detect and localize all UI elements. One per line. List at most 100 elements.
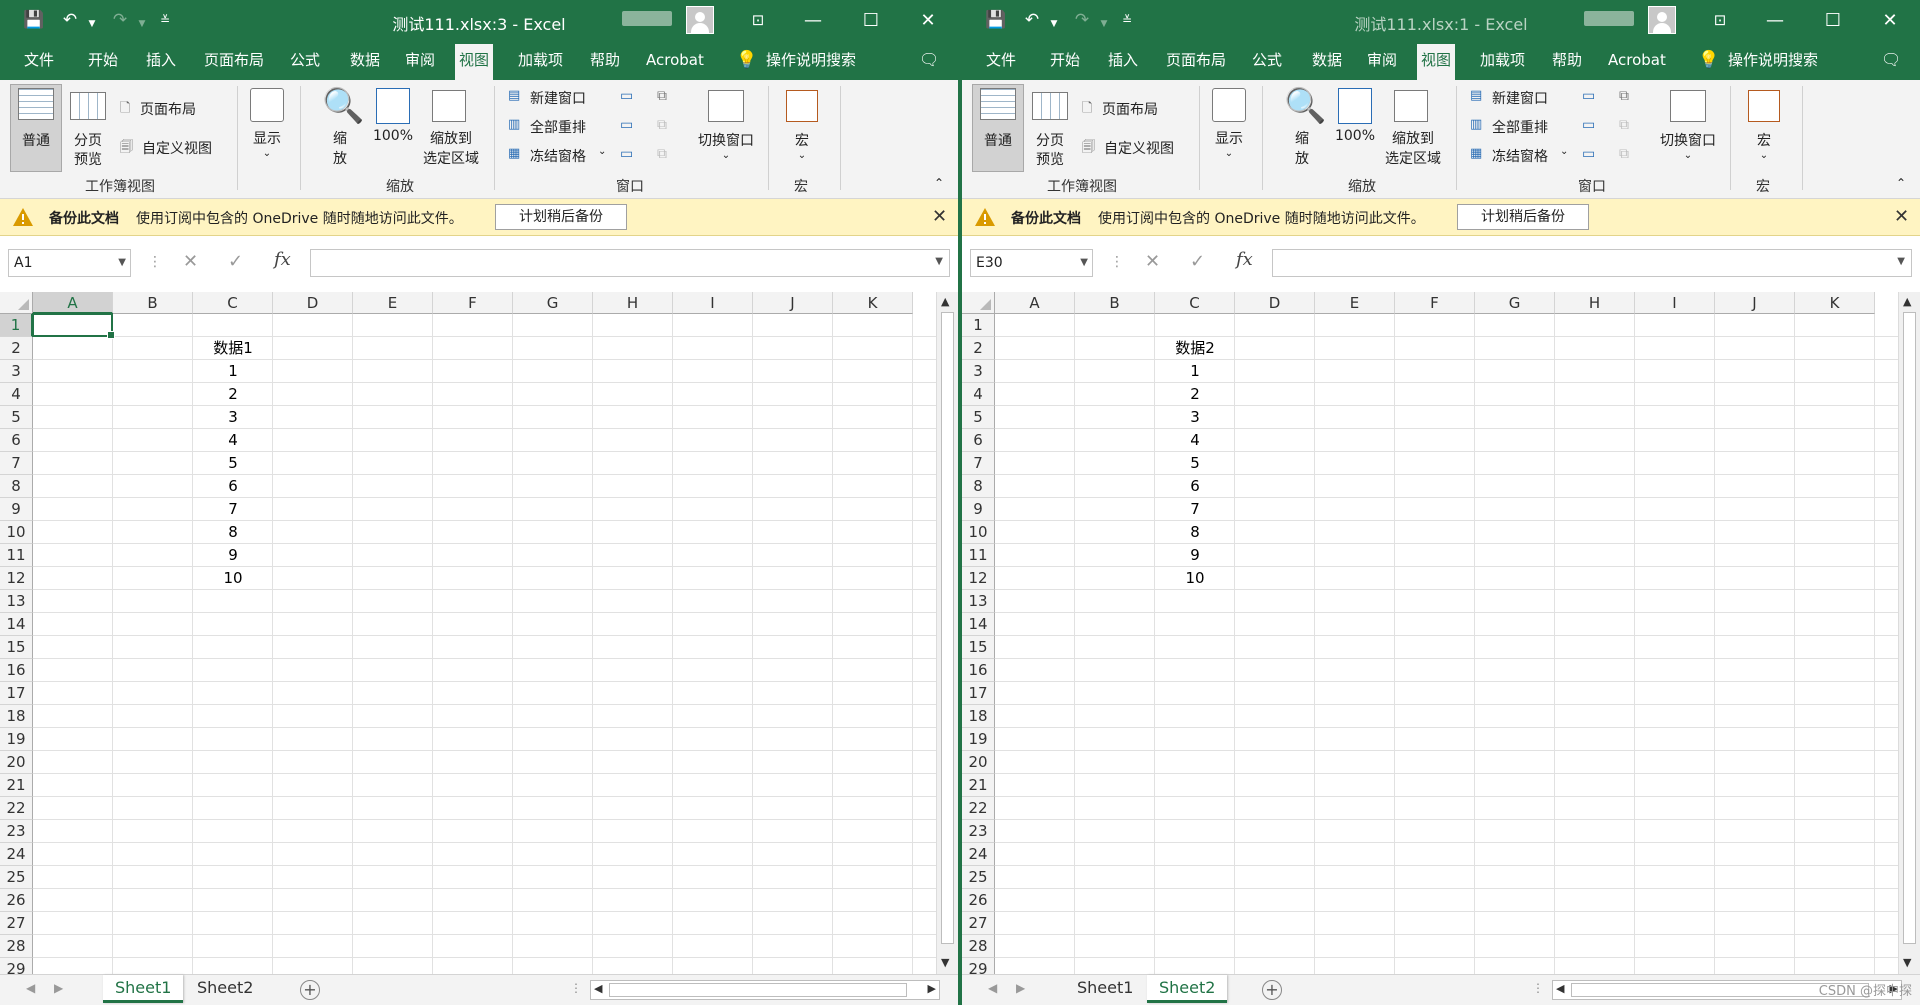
vertical-scroll-thumb[interactable] xyxy=(941,312,954,944)
vertical-scrollbar[interactable]: ▲ ▼ xyxy=(1898,292,1920,974)
zoom-selection-label-1[interactable]: 缩放到 xyxy=(418,128,484,148)
row-header-6[interactable]: 6 xyxy=(0,429,33,452)
row-header-24[interactable]: 24 xyxy=(0,843,33,866)
arrange-all-button[interactable]: 全部重排 xyxy=(530,117,586,137)
row-header-3[interactable]: 3 xyxy=(962,360,995,383)
switch-windows-button[interactable]: 切换窗口 xyxy=(690,130,762,150)
redo-icon[interactable]: ↷ xyxy=(1070,8,1094,32)
expand-formula-bar-icon[interactable]: ▼ xyxy=(935,256,943,267)
cell-C8[interactable]: 6 xyxy=(1155,475,1235,498)
row-header-21[interactable]: 21 xyxy=(962,774,995,797)
row-header-19[interactable]: 19 xyxy=(962,728,995,751)
column-header-G[interactable]: G xyxy=(1475,292,1555,314)
cell-C5[interactable]: 3 xyxy=(193,406,273,429)
cell-C3[interactable]: 1 xyxy=(1155,360,1235,383)
row-header-6[interactable]: 6 xyxy=(962,429,995,452)
avatar[interactable] xyxy=(686,6,714,34)
comments-icon[interactable]: 🗨 xyxy=(1877,40,1905,80)
maximize-icon[interactable]: ☐ xyxy=(848,0,894,40)
save-icon[interactable]: 💾 xyxy=(22,8,46,32)
column-header-H[interactable]: H xyxy=(593,292,673,314)
row-header-14[interactable]: 14 xyxy=(962,613,995,636)
tab-9[interactable]: 帮助 xyxy=(1548,40,1586,80)
column-header-F[interactable]: F xyxy=(1395,292,1475,314)
row-header-20[interactable]: 20 xyxy=(962,751,995,774)
horizontal-scroll-thumb[interactable] xyxy=(609,983,907,997)
column-header-J[interactable]: J xyxy=(753,292,833,314)
active-cell-A1[interactable] xyxy=(32,313,115,339)
page-layout-button[interactable]: 页面布局 xyxy=(1102,99,1158,119)
zoom-label-2[interactable]: 放 xyxy=(320,148,360,168)
zoom-label-1[interactable]: 缩 xyxy=(320,128,360,148)
row-header-23[interactable]: 23 xyxy=(962,820,995,843)
row-header-10[interactable]: 10 xyxy=(0,521,33,544)
macros-icon[interactable] xyxy=(1748,90,1780,122)
column-header-D[interactable]: D xyxy=(273,292,353,314)
comments-icon[interactable]: 🗨 xyxy=(915,40,943,80)
page-break-label-1[interactable]: 分页 xyxy=(66,130,110,150)
confirm-entry-icon[interactable]: ✓ xyxy=(228,251,243,272)
undo-dropdown-icon[interactable]: ▼ xyxy=(1042,12,1066,36)
freeze-panes-button[interactable]: 冻结窗格 xyxy=(1492,146,1548,166)
account-name[interactable] xyxy=(1584,11,1634,26)
row-header-18[interactable]: 18 xyxy=(962,705,995,728)
column-header-C[interactable]: C xyxy=(1155,292,1235,314)
tab-10[interactable]: Acrobat xyxy=(1604,40,1670,80)
cancel-entry-icon[interactable]: ✕ xyxy=(1145,251,1160,272)
macros-icon[interactable] xyxy=(786,90,818,122)
redo-dropdown-icon[interactable]: ▼ xyxy=(1092,12,1116,36)
undo-dropdown-icon[interactable]: ▼ xyxy=(80,12,104,36)
tab-0[interactable]: 文件 xyxy=(20,40,58,80)
scroll-down-icon[interactable]: ▼ xyxy=(941,956,949,969)
arrange-all-button[interactable]: 全部重排 xyxy=(1492,117,1548,137)
zoom-100-icon[interactable] xyxy=(376,88,410,124)
view-side-by-side-icon[interactable]: ⧉ xyxy=(1619,88,1629,104)
sheet-prev-icon[interactable]: ◀ xyxy=(988,981,997,995)
cell-C7[interactable]: 5 xyxy=(1155,452,1235,475)
tab-2[interactable]: 插入 xyxy=(1104,40,1142,80)
row-header-7[interactable]: 7 xyxy=(962,452,995,475)
cell-C7[interactable]: 5 xyxy=(193,452,273,475)
ribbon-display-options-icon[interactable]: ⊡ xyxy=(1697,0,1743,40)
row-header-5[interactable]: 5 xyxy=(962,406,995,429)
row-header-2[interactable]: 2 xyxy=(0,337,33,360)
row-header-15[interactable]: 15 xyxy=(962,636,995,659)
custom-views-button[interactable]: 自定义视图 xyxy=(142,138,212,158)
show-button[interactable]: 显示 xyxy=(244,128,290,148)
notice-close-icon[interactable]: ✕ xyxy=(932,206,947,227)
row-header-20[interactable]: 20 xyxy=(0,751,33,774)
cell-C8[interactable]: 6 xyxy=(193,475,273,498)
row-header-22[interactable]: 22 xyxy=(0,797,33,820)
tab-9[interactable]: 帮助 xyxy=(586,40,624,80)
redo-icon[interactable]: ↷ xyxy=(108,8,132,32)
row-header-25[interactable]: 25 xyxy=(962,866,995,889)
row-header-17[interactable]: 17 xyxy=(962,682,995,705)
row-header-17[interactable]: 17 xyxy=(0,682,33,705)
column-header-I[interactable]: I xyxy=(1635,292,1715,314)
zoom-icon[interactable]: 🔍 xyxy=(322,86,364,126)
row-header-9[interactable]: 9 xyxy=(0,498,33,521)
column-header-B[interactable]: B xyxy=(113,292,193,314)
row-header-14[interactable]: 14 xyxy=(0,613,33,636)
column-header-D[interactable]: D xyxy=(1235,292,1315,314)
column-header-E[interactable]: E xyxy=(1315,292,1395,314)
row-header-11[interactable]: 11 xyxy=(962,544,995,567)
tab-4[interactable]: 公式 xyxy=(286,40,324,80)
column-header-I[interactable]: I xyxy=(673,292,753,314)
show-button[interactable]: 显示 xyxy=(1206,128,1252,148)
cell-C6[interactable]: 4 xyxy=(1155,429,1235,452)
tab-0[interactable]: 文件 xyxy=(982,40,1020,80)
show-icon[interactable] xyxy=(1212,88,1246,122)
zoom-100-button[interactable]: 100% xyxy=(370,128,416,144)
sheet-next-icon[interactable]: ▶ xyxy=(1016,981,1025,995)
new-window-button[interactable]: 新建窗口 xyxy=(530,88,586,108)
column-header-C[interactable]: C xyxy=(193,292,273,314)
zoom-selection-icon[interactable] xyxy=(1394,90,1428,122)
row-header-26[interactable]: 26 xyxy=(0,889,33,912)
row-header-12[interactable]: 12 xyxy=(962,567,995,590)
zoom-label-2[interactable]: 放 xyxy=(1282,148,1322,168)
column-header-B[interactable]: B xyxy=(1075,292,1155,314)
split-icon[interactable]: ▭ xyxy=(620,88,633,104)
insert-function-icon[interactable]: fx xyxy=(274,249,291,270)
customize-qat-icon[interactable]: ≚ xyxy=(1115,8,1139,32)
